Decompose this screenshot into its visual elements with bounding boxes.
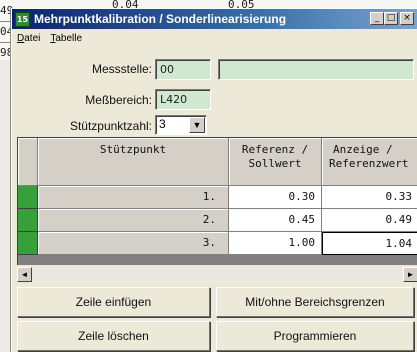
stuetzpunktzahl-select[interactable]: 3 ▼ (155, 115, 207, 135)
row-label[interactable]: 2. (38, 209, 229, 232)
calibration-dialog: 15 Mehrpunktkalibration / Sonderlinearis… (11, 8, 417, 352)
scroll-right-icon[interactable]: ► (403, 267, 417, 282)
program-button[interactable]: Programmieren (216, 321, 414, 351)
column-header-anzeige[interactable]: Anzeige / Referenzwert (322, 138, 417, 186)
messstelle-label: Messstelle: (91, 62, 152, 76)
row-marker[interactable] (18, 209, 38, 232)
messbereich-field[interactable]: L420 (155, 89, 211, 110)
messstelle-field[interactable]: 00 (155, 59, 211, 80)
row-marker[interactable] (18, 232, 38, 255)
anzeige-cell[interactable]: 1.04 (322, 232, 417, 255)
anzeige-cell[interactable]: 0.49 (322, 209, 417, 232)
messstelle-name-field[interactable] (218, 59, 414, 80)
stuetzpunktzahl-label: Stützpunktzahl: (69, 119, 152, 133)
menu-datei-label: atei (24, 33, 41, 44)
column-header-referenz[interactable]: Referenz / Sollwert (229, 138, 322, 186)
insert-row-button[interactable]: Zeile einfügen (17, 287, 210, 317)
menu-datei[interactable]: Datei (12, 31, 45, 47)
app-icon: 15 (15, 11, 30, 27)
row-marker[interactable] (18, 186, 38, 209)
menu-tabelle[interactable]: Tabelle (45, 31, 87, 47)
row-label[interactable]: 3. (38, 232, 229, 255)
menu-tabelle-label: abelle (55, 33, 83, 44)
window-controls: _ □ × (370, 12, 414, 25)
delete-row-button[interactable]: Zeile löschen (17, 321, 210, 351)
column-header-label: Stützpunkt (99, 143, 167, 156)
referenz-cell[interactable]: 1.00 (229, 232, 322, 255)
row-label[interactable]: 1. (38, 186, 229, 209)
horizontal-scrollbar[interactable]: ◄ ► (17, 267, 417, 282)
column-header-label: Anzeige / (333, 143, 393, 156)
referenz-cell[interactable]: 0.45 (229, 209, 322, 232)
column-header-label: Referenz / (241, 143, 309, 156)
referenz-cell[interactable]: 0.30 (229, 186, 322, 209)
close-button[interactable]: × (400, 12, 414, 25)
chevron-down-icon[interactable]: ▼ (189, 117, 205, 133)
table-corner (18, 138, 38, 186)
scroll-left-icon[interactable]: ◄ (17, 267, 32, 282)
title-bar[interactable]: 15 Mehrpunktkalibration / Sonderlinearis… (12, 9, 417, 29)
menu-bar: Datei Tabelle (12, 31, 87, 47)
messbereich-label: Meßbereich: (85, 93, 152, 107)
column-header-stuetzpunkt[interactable]: Stützpunkt (38, 138, 229, 186)
column-header-label: Sollwert (248, 157, 302, 170)
stuetzpunktzahl-value: 3 (159, 117, 166, 131)
range-limits-button[interactable]: Mit/ohne Bereichsgrenzen (216, 287, 414, 317)
anzeige-cell[interactable]: 0.33 (322, 186, 417, 209)
calibration-table: Stützpunkt Referenz / Sollwert Anzeige / R… (17, 137, 417, 265)
column-header-label: Referenzwert (329, 157, 409, 170)
screenshot-stage: 0.04 0.05 49 04 98 15 Mehrpunktkalibrati… (0, 0, 417, 352)
window-title: Mehrpunktkalibration / Sonderlinearisier… (34, 12, 287, 26)
minimize-button[interactable]: _ (370, 12, 384, 25)
maximize-button[interactable]: □ (384, 12, 398, 25)
